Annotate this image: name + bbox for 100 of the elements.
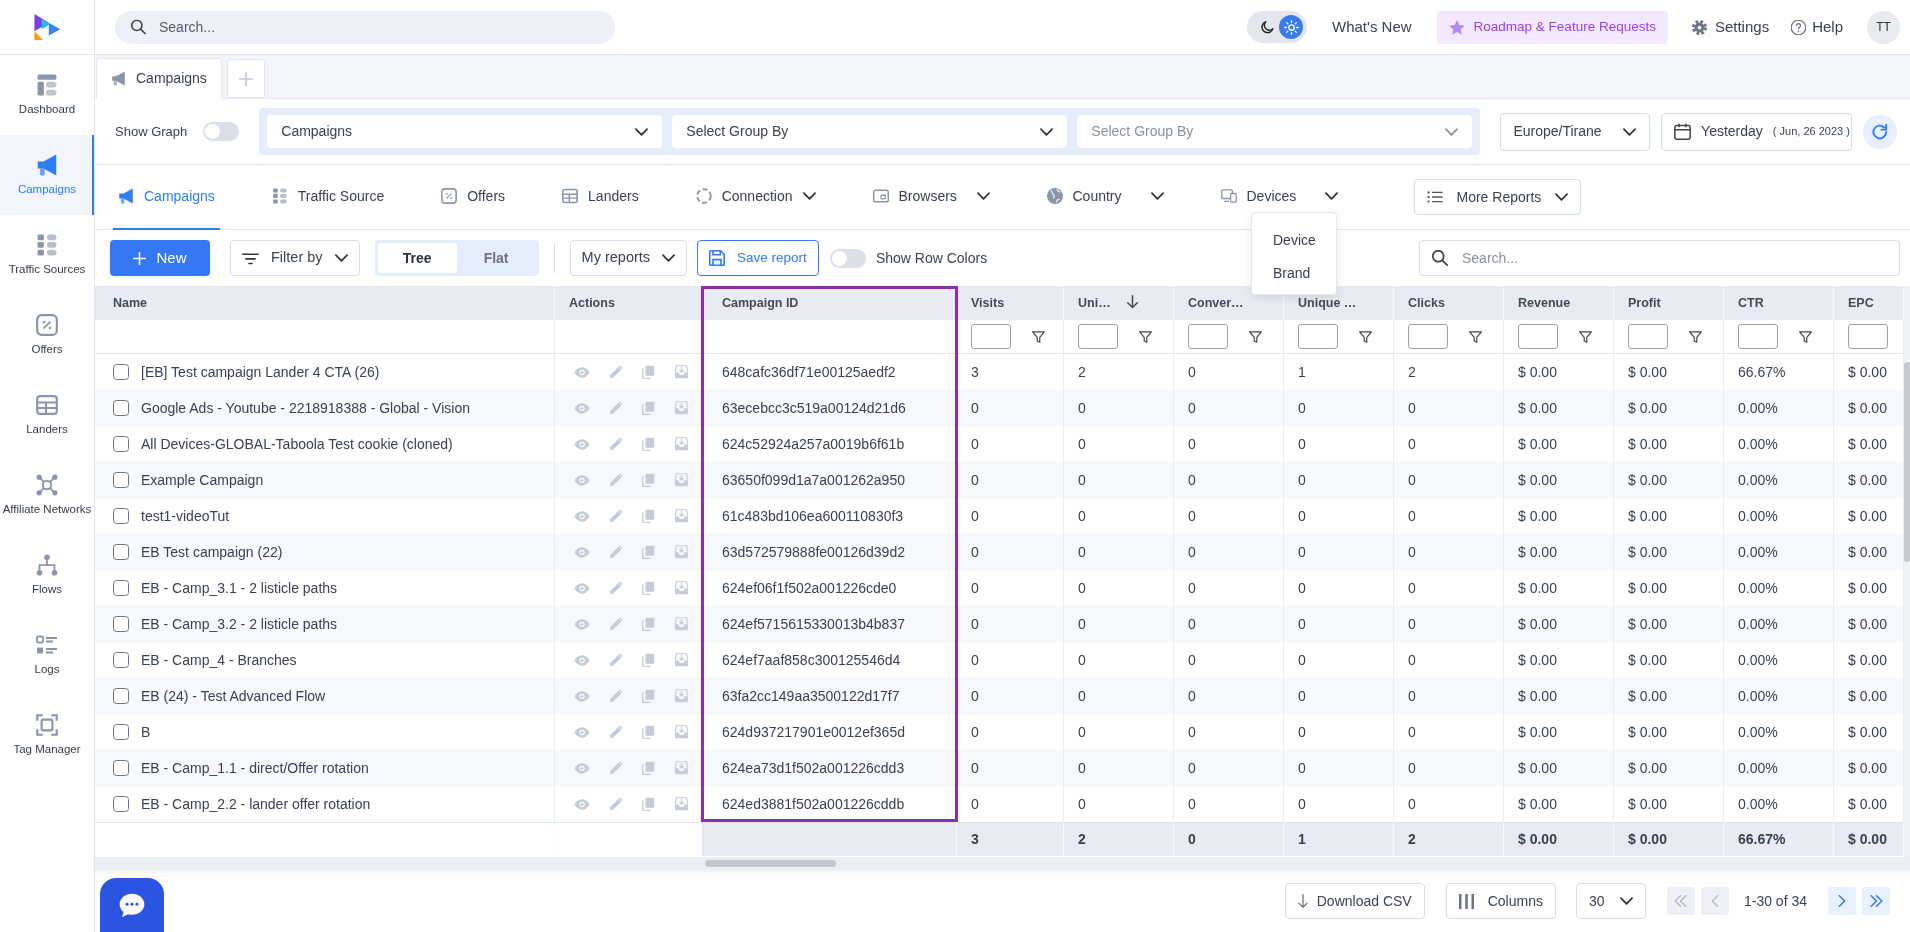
columns-button[interactable]: Columns [1445, 883, 1556, 919]
eye-icon[interactable] [574, 798, 590, 810]
add-tab-button[interactable] [226, 59, 265, 98]
download-csv-button[interactable]: Download CSV [1284, 883, 1425, 919]
column-filter-input[interactable] [1298, 324, 1338, 349]
search-field[interactable]: Search... [1419, 240, 1900, 276]
eye-icon[interactable] [574, 546, 590, 558]
save-report-button[interactable]: Save report [697, 240, 819, 276]
pencil-icon[interactable] [609, 473, 623, 487]
sidebar-item[interactable]: Dashboard [0, 55, 94, 135]
column-header[interactable]: Uni… [1064, 286, 1174, 320]
column-filter-input[interactable] [1848, 324, 1888, 349]
tray-download-icon[interactable] [674, 689, 689, 703]
copy-icon[interactable] [642, 617, 655, 631]
pencil-icon[interactable] [609, 653, 623, 667]
sidebar-item[interactable]: Logs [0, 615, 94, 695]
eye-icon[interactable] [574, 366, 590, 378]
view-mode-button[interactable]: Flat [456, 243, 536, 273]
view-mode-button[interactable]: Tree [377, 243, 457, 273]
refresh-button[interactable] [1863, 114, 1897, 149]
my-reports-button[interactable]: My reports [569, 240, 688, 276]
copy-icon[interactable] [642, 689, 655, 703]
copy-icon[interactable] [642, 401, 655, 415]
eye-icon[interactable] [574, 654, 590, 666]
row-checkbox[interactable] [113, 544, 129, 560]
search-field[interactable]: Search... [115, 10, 615, 44]
tray-download-icon[interactable] [674, 761, 689, 775]
settings-link[interactable]: Settings [1691, 15, 1770, 39]
column-header[interactable]: Conver… [1174, 286, 1284, 320]
eye-icon[interactable] [574, 690, 590, 702]
column-filter-input[interactable] [971, 324, 1011, 349]
column-filter-input[interactable] [1628, 324, 1668, 349]
more-reports-button[interactable]: More Reports [1413, 179, 1582, 215]
sidebar-item[interactable]: Campaigns [0, 135, 94, 215]
pencil-icon[interactable] [609, 401, 623, 415]
tray-download-icon[interactable] [674, 401, 689, 415]
copy-icon[interactable] [642, 725, 655, 739]
report-tab[interactable]: Browsers [867, 164, 995, 230]
copy-icon[interactable] [642, 437, 655, 451]
show-graph-toggle[interactable] [203, 122, 240, 141]
page-tab[interactable]: Campaigns [96, 58, 222, 99]
copy-icon[interactable] [642, 581, 655, 595]
logo-icon[interactable] [33, 13, 61, 41]
row-colors-toggle[interactable] [829, 248, 866, 268]
eye-icon[interactable] [574, 582, 590, 594]
column-header[interactable]: CTR [1724, 286, 1834, 320]
roadmap-button[interactable]: Roadmap & Feature Requests [1436, 10, 1668, 44]
copy-icon[interactable] [642, 509, 655, 523]
column-header[interactable]: Clicks [1394, 286, 1504, 320]
eye-icon[interactable] [574, 618, 590, 630]
pencil-icon[interactable] [609, 617, 623, 631]
pencil-icon[interactable] [609, 689, 623, 703]
filter-icon[interactable] [1249, 330, 1262, 343]
new-button[interactable]: New [110, 240, 210, 276]
tray-download-icon[interactable] [674, 509, 689, 523]
column-header[interactable]: Visits [957, 286, 1064, 320]
pencil-icon[interactable] [609, 437, 623, 451]
column-filter-input[interactable] [1518, 324, 1558, 349]
filter-icon[interactable] [1139, 330, 1152, 343]
column-header[interactable]: Profit [1614, 286, 1724, 320]
tray-download-icon[interactable] [674, 473, 689, 487]
row-checkbox[interactable] [113, 652, 129, 668]
horizontal-scrollbar[interactable] [95, 857, 1910, 870]
pencil-icon[interactable] [609, 545, 623, 559]
eye-icon[interactable] [574, 474, 590, 486]
tray-download-icon[interactable] [674, 617, 689, 631]
pencil-icon[interactable] [609, 797, 623, 811]
filter-icon[interactable] [1579, 330, 1592, 343]
pencil-icon[interactable] [609, 365, 623, 379]
filter-by-button[interactable]: Filter by [230, 240, 360, 276]
user-avatar[interactable]: TT [1867, 10, 1900, 44]
filter-icon[interactable] [1689, 330, 1702, 343]
tray-download-icon[interactable] [674, 653, 689, 667]
page-size-select[interactable]: 30 [1575, 883, 1646, 919]
vertical-scrollbar[interactable] [1904, 286, 1910, 857]
date-range-button[interactable]: Yesterday ( Jun, 26 2023 ) [1661, 112, 1853, 151]
row-checkbox[interactable] [113, 724, 129, 740]
filter-icon[interactable] [1032, 330, 1045, 343]
row-checkbox[interactable] [113, 796, 129, 812]
sidebar-item[interactable]: Landers [0, 375, 94, 455]
copy-icon[interactable] [642, 761, 655, 775]
timezone-select[interactable]: Europe/Tirane [1500, 112, 1651, 151]
eye-icon[interactable] [574, 762, 590, 774]
pencil-icon[interactable] [609, 581, 623, 595]
report-tab[interactable]: Connection [690, 164, 821, 230]
filter-icon[interactable] [1469, 330, 1482, 343]
pencil-icon[interactable] [609, 509, 623, 523]
sidebar-item[interactable]: Offers [0, 295, 94, 375]
page-button[interactable] [1862, 887, 1890, 915]
row-checkbox[interactable] [113, 580, 129, 596]
row-checkbox[interactable] [113, 436, 129, 452]
row-checkbox[interactable] [113, 472, 129, 488]
row-checkbox[interactable] [113, 400, 129, 416]
sidebar-item[interactable]: Flows [0, 535, 94, 615]
tray-download-icon[interactable] [674, 797, 689, 811]
group-by-select[interactable]: Select Group By [672, 115, 1068, 148]
eye-icon[interactable] [574, 402, 590, 414]
chat-button[interactable] [100, 878, 164, 932]
copy-icon[interactable] [642, 797, 655, 811]
eye-icon[interactable] [574, 438, 590, 450]
